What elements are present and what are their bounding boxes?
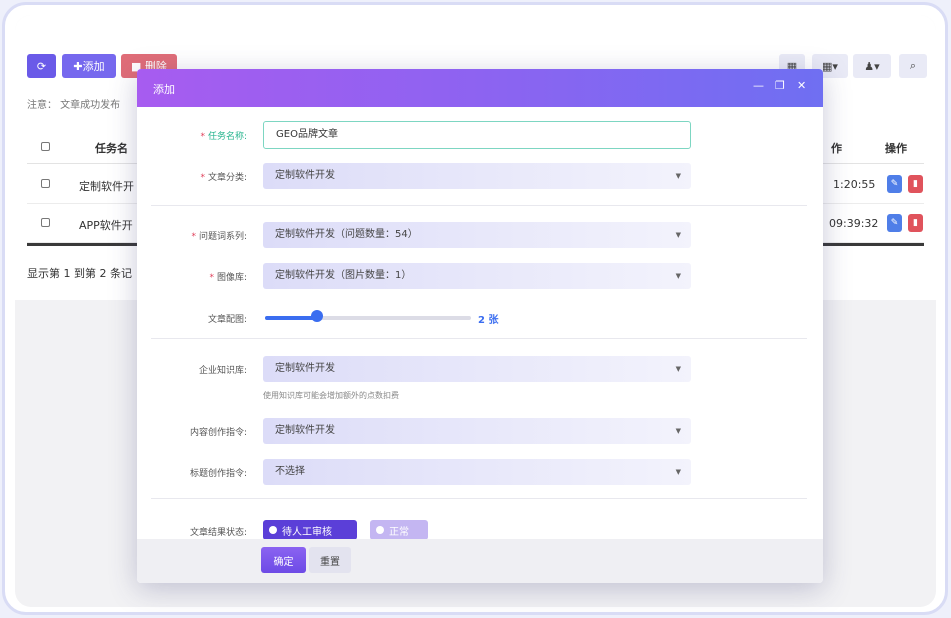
image-count-value: 2 张 [478,315,499,326]
column-header-time[interactable]: 作 [831,140,842,156]
question-lib-label: * 问题词系列: [191,232,247,242]
knowledge-base-help: 使用知识库可能会增加额外的点数扣费 [263,391,399,400]
dialog-body: * 任务名称: GEO品牌文章 * 文章分类: 定制软件开发 ▼ * 问题词系列: 定制… [137,107,823,540]
notice-text: 注意： 文章成功发布 [27,100,121,111]
column-header-name[interactable]: 任务名 [95,140,128,156]
image-count-slider[interactable] [265,316,471,320]
task-name-label: * 任务名称: [200,132,247,142]
category-select[interactable]: 定制软件开发 ▼ [263,163,691,189]
trash-icon[interactable]: ▮ [908,214,923,232]
category-label: * 文章分类: [200,173,247,183]
divider [151,338,807,339]
title-prompt-select[interactable]: 不选择 ▼ [263,459,691,485]
maximize-icon[interactable]: ❐ [775,79,785,92]
confirm-button[interactable]: 确定 [261,547,306,573]
knowledge-base-label: 企业知识库: [198,366,247,376]
knowledge-base-select[interactable]: 定制软件开发 ▼ [263,356,691,382]
status-pending-radio[interactable]: 待人工审核 [263,520,357,540]
trash-icon[interactable]: ▮ [908,175,923,193]
title-prompt-label: 标题创作指令: [189,469,247,479]
row-time: 1:20:55 [833,178,876,191]
divider [151,498,807,499]
slider-fill [265,316,317,320]
image-lib-select[interactable]: 定制软件开发（图片数量：1） ▼ [263,263,691,289]
select-all-checkbox[interactable] [41,142,50,151]
dialog-title: 添加 [153,83,175,96]
result-status-label: 文章结果状态: [189,528,247,538]
row-checkbox[interactable] [41,179,50,188]
search-icon[interactable]: ⌕ [899,54,927,78]
column-header-actions: 操作 [885,142,907,155]
image-count-label: 文章配图: [207,315,247,325]
row-task-name: 定制软件开 [79,180,134,193]
row-time: 09:39:32 [829,217,879,230]
task-name-input[interactable]: GEO品牌文章 [263,121,691,149]
edit-icon[interactable]: ✎ [887,214,902,232]
content-prompt-select[interactable]: 定制软件开发 ▼ [263,418,691,444]
status-normal-radio[interactable]: 正常 [370,520,428,540]
dialog-header: 添加 — ❐ ✕ [137,69,823,107]
add-dialog: 添加 — ❐ ✕ * 任务名称: GEO品牌文章 * 文章分类: 定制软件开发 ▼ *… [137,69,823,583]
slider-handle[interactable] [311,310,323,322]
add-button[interactable]: ✚添加 [62,54,116,78]
reset-button[interactable]: 重置 [309,547,351,573]
edit-icon[interactable]: ✎ [887,175,902,193]
question-lib-select[interactable]: 定制软件开发（问题数量：54） ▼ [263,222,691,248]
dialog-footer: 确定 重置 [137,539,823,583]
row-task-name: APP软件开 [79,219,133,232]
image-lib-label: * 图像库: [209,273,247,283]
radio-dot [376,526,384,534]
radio-dot [269,526,277,534]
refresh-button[interactable]: ⟳ [27,54,56,78]
row-checkbox[interactable] [41,218,50,227]
export-icon[interactable]: ♟▾ [853,54,891,78]
minimize-icon[interactable]: — [753,79,764,92]
close-icon[interactable]: ✕ [797,79,806,92]
content-prompt-label: 内容创作指令: [189,428,247,438]
divider [151,205,807,206]
pagination-info: 显示第 1 到第 2 条记 [27,267,132,280]
window-frame: ⟳ ✚添加 ■ 删除 ▦ ▦▾ ♟▾ ⌕ 注意： 文章成功发布 任务名 作 操作… [2,2,948,615]
